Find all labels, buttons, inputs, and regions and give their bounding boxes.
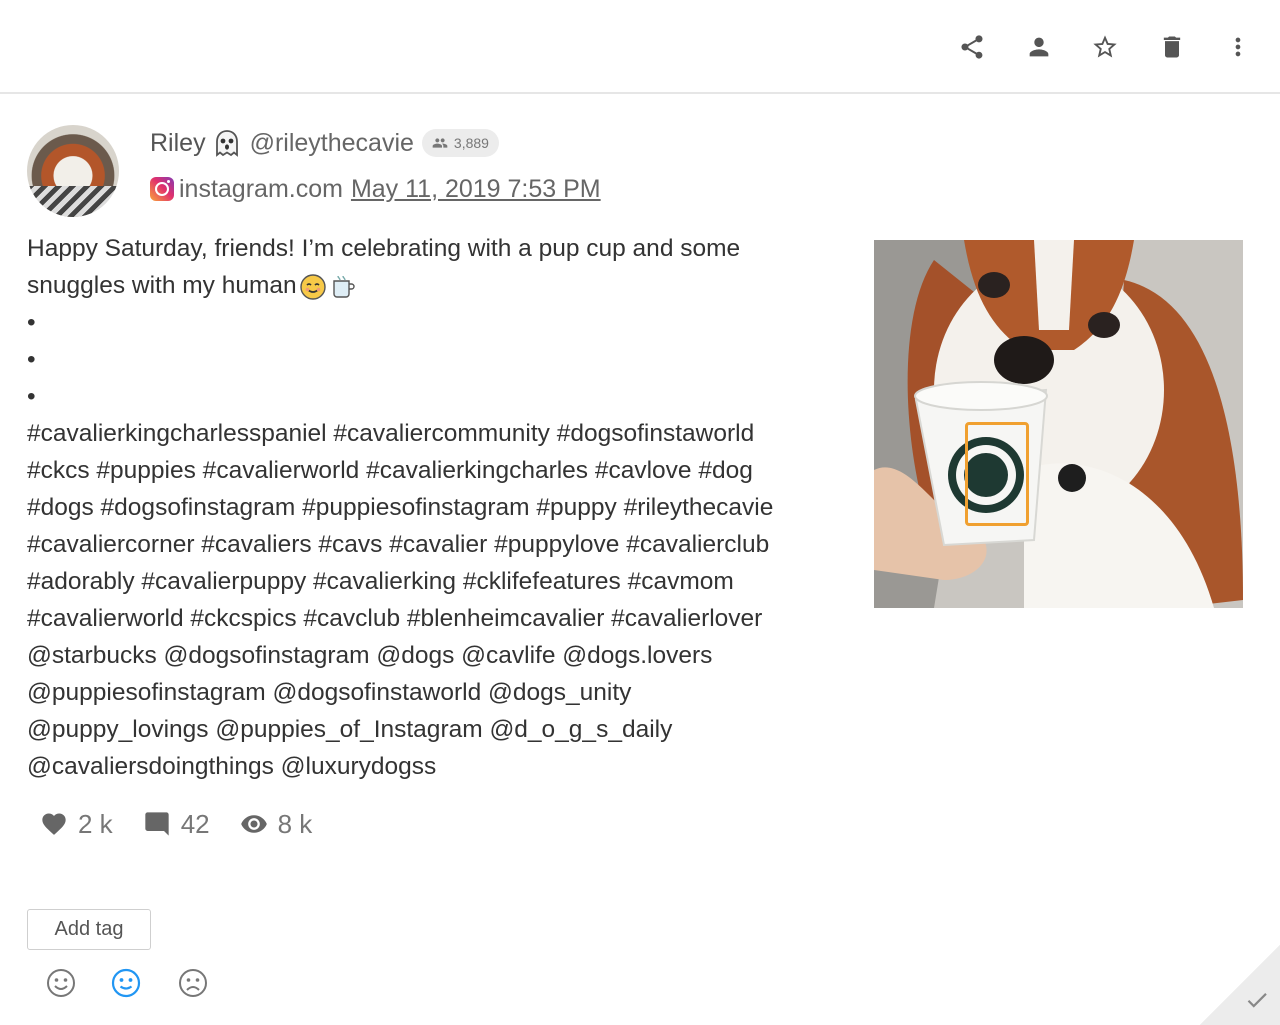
assign-user-button[interactable]	[1022, 30, 1056, 64]
people-icon	[432, 138, 448, 148]
post-line: •	[27, 309, 36, 336]
post-line: #ckcs #puppies #cavalierworld #cavalierk…	[27, 457, 753, 484]
post-line: #cavalierworld #ckcspics #cavclub #blenh…	[27, 605, 763, 632]
post-line: #dogs #dogsofinstagram #puppiesofinstagr…	[27, 494, 774, 521]
author-name[interactable]: Riley	[150, 129, 206, 158]
engagement-stats: 2 k 42 8 k	[40, 806, 342, 842]
more-options-button[interactable]	[1221, 30, 1255, 64]
sentiment-negative-button[interactable]	[176, 966, 210, 1000]
post-line: •	[27, 383, 36, 410]
post-line: @puppiesofinstagram @dogsofinstaworld @d…	[27, 679, 632, 706]
ghost-icon	[215, 130, 238, 157]
post-line: •	[27, 346, 36, 373]
views-count: 8 k	[277, 808, 313, 839]
comments-count: 42	[180, 808, 210, 839]
favorite-button[interactable]	[1088, 30, 1122, 64]
post-date-link[interactable]: May 11, 2019 7:53 PM	[351, 175, 601, 204]
heart-icon	[42, 813, 66, 835]
post-line: Happy Saturday, friends! I’m celebrating…	[27, 235, 741, 262]
likes-count: 2 k	[78, 808, 113, 839]
author-line: Riley @rileythecavie 3,889	[150, 126, 499, 160]
check-icon	[1247, 993, 1267, 1008]
mark-done-corner[interactable]	[1200, 945, 1280, 1025]
followers-badge: 3,889	[421, 129, 499, 157]
post-line: #cavalierkingcharlesspaniel #cavaliercom…	[27, 420, 755, 447]
likes-stat: 2 k	[40, 809, 113, 840]
share-icon	[961, 35, 983, 59]
logo-detection-box[interactable]	[965, 422, 1029, 526]
hot-beverage-icon	[332, 275, 355, 298]
author-handle[interactable]: @rileythecavie	[250, 129, 414, 158]
neutral-face-icon	[111, 968, 141, 998]
sentiment-positive-button[interactable]	[44, 966, 78, 1000]
dog-with-cup-image	[874, 240, 1243, 608]
post-line: @cavaliersdoingthings @luxurydogss	[27, 753, 437, 780]
post-line: #adorably #cavalierpuppy #cavalierking #…	[27, 568, 734, 595]
post-line: #cavaliercorner #cavaliers #cavs #cavali…	[27, 531, 770, 558]
smiling-face-icon	[299, 273, 326, 300]
trash-icon	[1163, 36, 1181, 58]
source-line: instagram.com May 11, 2019 7:53 PM	[150, 172, 601, 206]
post-text: Happy Saturday, friends! I’m celebrating…	[27, 230, 837, 785]
avatar-blanket	[27, 185, 119, 217]
add-tag-button[interactable]: Add tag	[27, 909, 151, 950]
top-toolbar	[0, 0, 1280, 94]
post-line: @puppy_lovings @puppies_of_Instagram @d_…	[27, 716, 673, 743]
post-line: @starbucks @dogsofinstagram @dogs @cavli…	[27, 642, 713, 669]
followers-count: 3,889	[453, 135, 489, 151]
more-vert-icon	[1235, 37, 1241, 57]
instagram-icon	[150, 177, 174, 201]
eye-icon	[240, 815, 267, 833]
post-line: snuggles with my human	[27, 267, 837, 304]
star-icon	[1093, 35, 1117, 58]
author-avatar[interactable]	[27, 125, 119, 217]
sentiment-neutral-button[interactable]	[109, 966, 143, 1000]
views-stat: 8 k	[240, 808, 313, 840]
frown-icon	[179, 969, 207, 997]
person-icon	[1029, 37, 1049, 57]
source-domain: instagram.com	[179, 174, 343, 203]
post-image[interactable]	[874, 240, 1243, 608]
smile-icon	[47, 969, 75, 997]
comment-icon	[145, 812, 169, 836]
share-button[interactable]	[955, 30, 989, 64]
comments-stat: 42	[143, 809, 210, 840]
delete-button[interactable]	[1155, 30, 1189, 64]
